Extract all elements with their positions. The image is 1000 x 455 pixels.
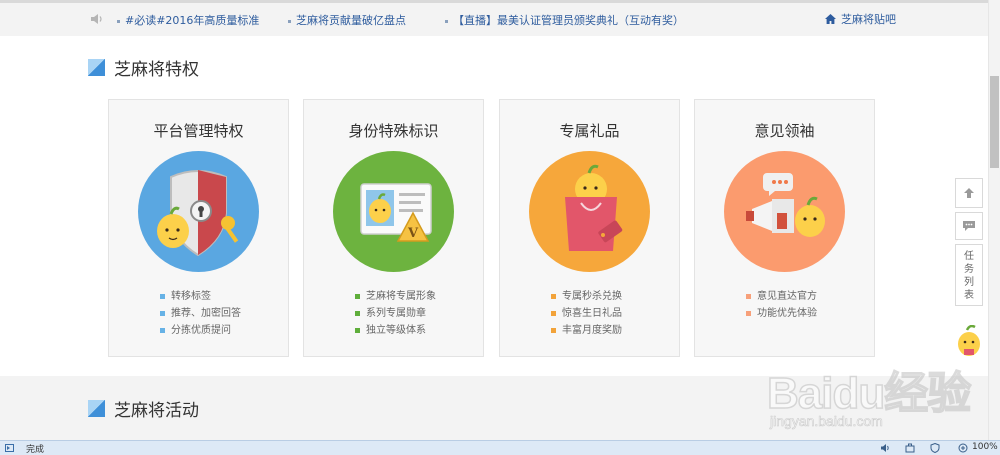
mascot-icon[interactable] bbox=[956, 324, 982, 363]
feature-list: 芝麻将专属形象 系列专属勋章 独立等级体系 bbox=[355, 288, 436, 339]
card-identity-mark: 身份特殊标识 V 芝麻将专属形象 系列专属勋章 独立等级体系 bbox=[303, 99, 484, 357]
megaphone-illustration bbox=[724, 151, 845, 272]
scrollbar-thumb[interactable] bbox=[990, 76, 999, 168]
activities-section: 芝麻将活动 bbox=[0, 376, 988, 440]
toolbox-icon[interactable] bbox=[905, 443, 915, 453]
feature-list: 转移标签 推荐、加密回答 分拣优质提问 bbox=[160, 288, 241, 339]
card-title: 身份特殊标识 bbox=[348, 122, 439, 140]
card-exclusive-gift: 专属礼品 专属秒杀兑换 惊喜生日礼品 丰富月度奖励 bbox=[499, 99, 680, 357]
arrow-up-icon bbox=[964, 188, 974, 198]
card-title: 专属礼品 bbox=[559, 122, 620, 140]
list-item: 系列专属勋章 bbox=[355, 305, 436, 322]
list-item: 惊喜生日礼品 bbox=[551, 305, 622, 322]
card-opinion-leader: 意见领袖 意见直达官方 功能优先体验 bbox=[694, 99, 875, 357]
notice-bar: #必读#2016年高质量标准 芝麻将贡献量破亿盘点 【直播】最美认证管理员颁奖典… bbox=[0, 3, 988, 36]
page-icon bbox=[5, 444, 14, 452]
zoom-level[interactable]: 100% bbox=[972, 442, 998, 452]
notice-item-3[interactable]: 【直播】最美认证管理员颁奖典礼（互动有奖） bbox=[445, 12, 684, 28]
vertical-scrollbar[interactable] bbox=[988, 0, 1000, 440]
shield-icon[interactable] bbox=[930, 443, 940, 453]
feature-list: 专属秒杀兑换 惊喜生日礼品 丰富月度奖励 bbox=[551, 288, 622, 339]
id-card-illustration: V bbox=[333, 151, 454, 272]
list-item: 转移标签 bbox=[160, 288, 241, 305]
shield-key-illustration bbox=[138, 151, 259, 272]
list-item: 丰富月度奖励 bbox=[551, 322, 622, 339]
task-list-button[interactable]: 任务列表 bbox=[955, 244, 983, 306]
status-bar: 完成 100% bbox=[0, 440, 1000, 455]
gift-bag-illustration bbox=[529, 151, 650, 272]
list-item: 芝麻将专属形象 bbox=[355, 288, 436, 305]
home-icon bbox=[825, 14, 836, 24]
list-item: 推荐、加密回答 bbox=[160, 305, 241, 322]
section-title-privileges: 芝麻将特权 bbox=[88, 55, 199, 80]
tieba-home-link[interactable]: 芝麻将贴吧 bbox=[824, 11, 896, 27]
notice-item-2[interactable]: 芝麻将贡献量破亿盘点 bbox=[288, 12, 406, 28]
svg-text:V: V bbox=[407, 226, 419, 241]
status-text: 完成 bbox=[26, 445, 45, 455]
zoom-icon[interactable] bbox=[958, 443, 968, 453]
privileges-section: 芝麻将特权 平台管理特权 转移标签 推荐、加密回答 分拣优质提问 身份特殊标识 … bbox=[0, 36, 988, 376]
card-platform-privilege: 平台管理特权 转移标签 推荐、加密回答 分拣优质提问 bbox=[108, 99, 289, 357]
list-item: 专属秒杀兑换 bbox=[551, 288, 622, 305]
card-title: 意见领袖 bbox=[754, 122, 815, 140]
section-square-icon bbox=[88, 59, 105, 76]
list-item: 意见直达官方 bbox=[746, 288, 817, 305]
card-title: 平台管理特权 bbox=[153, 122, 244, 140]
speaker-icon[interactable] bbox=[880, 443, 890, 453]
feedback-button[interactable] bbox=[955, 212, 983, 240]
back-to-top-button[interactable] bbox=[955, 178, 983, 208]
list-item: 功能优先体验 bbox=[746, 305, 817, 322]
notice-item-1[interactable]: #必读#2016年高质量标准 bbox=[117, 12, 259, 28]
comment-icon bbox=[963, 221, 975, 231]
list-item: 分拣优质提问 bbox=[160, 322, 241, 339]
section-square-icon bbox=[88, 400, 105, 417]
feature-list: 意见直达官方 功能优先体验 bbox=[746, 288, 817, 322]
list-item: 独立等级体系 bbox=[355, 322, 436, 339]
section-title-activities: 芝麻将活动 bbox=[88, 396, 199, 421]
speaker-icon bbox=[91, 14, 102, 24]
